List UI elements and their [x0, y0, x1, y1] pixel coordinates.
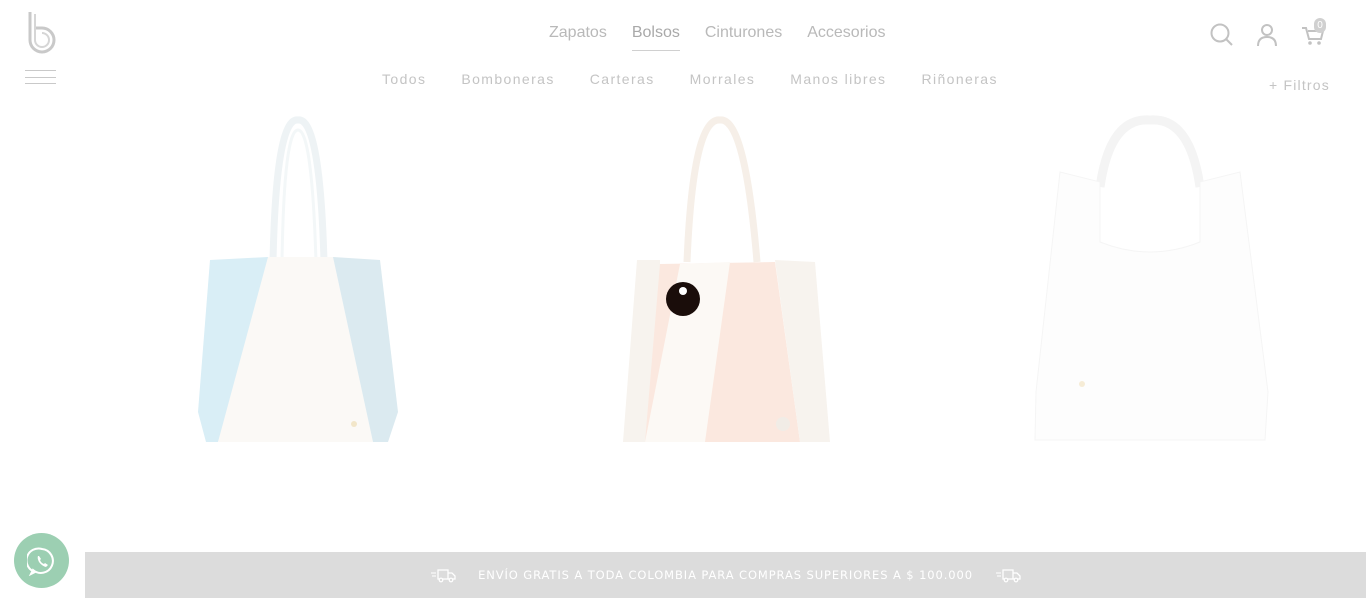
whatsapp-icon: [26, 547, 54, 576]
nav-cinturones[interactable]: Cinturones: [705, 24, 782, 51]
brand-logo[interactable]: [26, 10, 58, 56]
nav-zapatos[interactable]: Zapatos: [549, 24, 607, 51]
product-tote-blue[interactable]: [148, 112, 448, 457]
product-hobo-white[interactable]: [1000, 112, 1300, 457]
subnav-bomboneras[interactable]: Bomboneras: [461, 71, 554, 87]
promo-text: ENVÍO GRATIS A TODA COLOMBIA PARA COMPRA…: [478, 568, 973, 582]
search-icon[interactable]: [1208, 20, 1234, 48]
truck-icon: [995, 569, 1021, 583]
hamburger-menu-icon[interactable]: [25, 70, 56, 84]
subnav-carteras[interactable]: Carteras: [590, 71, 655, 87]
header-icons: 0: [1208, 18, 1326, 48]
subnav-manos-libres[interactable]: Manos libres: [790, 71, 886, 87]
filters-toggle[interactable]: + Filtros: [1269, 77, 1330, 93]
nav-bolsos[interactable]: Bolsos: [631, 24, 680, 51]
subnav-rinoneras[interactable]: Riñoneras: [921, 71, 997, 87]
product-tote-peach[interactable]: [575, 112, 875, 457]
nav-accesorios[interactable]: Accesorios: [807, 24, 885, 51]
subnav-todos[interactable]: Todos: [382, 71, 426, 87]
cart-count-badge: 0: [1314, 18, 1326, 33]
user-icon[interactable]: [1254, 20, 1280, 48]
main-nav: Zapatos Bolsos Cinturones Accesorios: [549, 24, 885, 51]
whatsapp-button[interactable]: [14, 533, 69, 588]
subnav-morrales[interactable]: Morrales: [690, 71, 756, 87]
product-image: [198, 116, 398, 442]
cursor-indicator: [666, 282, 700, 316]
product-image: [623, 116, 830, 442]
truck-icon: [431, 569, 456, 583]
product-image: [1034, 115, 1269, 441]
cart-icon[interactable]: 0: [1300, 18, 1326, 48]
category-subnav: Todos Bomboneras Carteras Morrales Manos…: [382, 71, 998, 87]
free-shipping-banner: ENVÍO GRATIS A TODA COLOMBIA PARA COMPRA…: [85, 552, 1366, 598]
b-logo-icon: [28, 12, 56, 54]
